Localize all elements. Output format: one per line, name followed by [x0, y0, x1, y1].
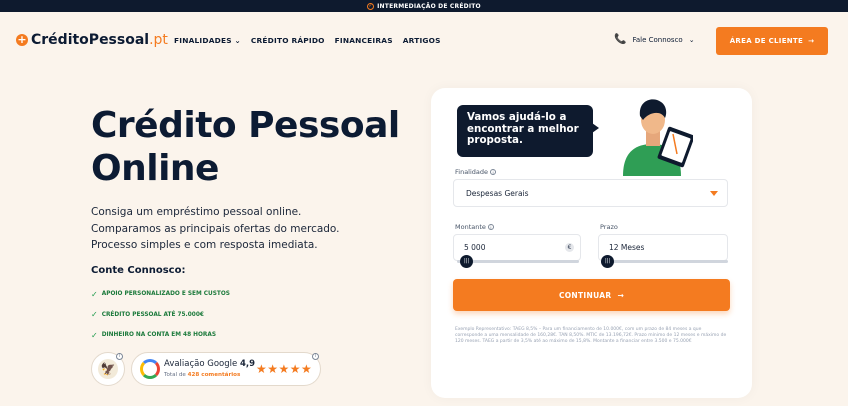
benefit-item: ✓ DINHEIRO NA CONTA EM 48 HORAS	[91, 330, 230, 340]
info-icon[interactable]: i	[487, 224, 494, 230]
benefit-text: DINHEIRO NA CONTA EM 48 HORAS	[101, 332, 217, 338]
top-announcement-bar: ✓ INTERMEDIAÇÃO DE CRÉDITO	[0, 0, 848, 12]
logo-text: CréditoPessoal.pt	[31, 32, 168, 48]
chevron-down-icon: ⌄	[234, 36, 241, 45]
montante-slider-handle[interactable]: |||	[460, 255, 473, 268]
star-rating: ★★★★★	[256, 362, 313, 376]
arrow-right-icon: →	[617, 290, 625, 300]
benefit-text: APOIO PERSONALIZADO E SEM CUSTOS	[101, 291, 230, 297]
benefit-text: CRÉDITO PESSOAL ATÉ 75.000€	[101, 311, 204, 318]
nav-item-artigos[interactable]: ARTIGOS	[403, 36, 441, 45]
phone-icon: 📞	[614, 34, 627, 45]
prazo-label: Prazo	[600, 223, 618, 231]
simulator-card: Vamos ajudá-lo a encontrar a melhor prop…	[431, 88, 752, 398]
prazo-slider-handle[interactable]: |||	[601, 255, 614, 268]
benefit-item: ✓ CRÉDITO PESSOAL ATÉ 75.000€	[91, 310, 230, 319]
nav-menu: FINALIDADES ⌄ CRÉDITO RÁPIDO FINANCEIRAS…	[174, 36, 441, 45]
prazo-slider-track[interactable]	[601, 260, 728, 263]
page-title: Crédito Pessoal Online	[91, 104, 400, 190]
title-line-2: Online	[91, 148, 219, 189]
eagle-seal-icon: 🦅	[98, 359, 118, 379]
prazo-value: 12 Meses	[609, 243, 645, 252]
google-rating-badge[interactable]: Avaliação Google 4,9 Total de 428 coment…	[131, 352, 321, 386]
title-line-1: Crédito Pessoal	[91, 105, 400, 146]
person-with-clipboard-illustration	[623, 99, 693, 176]
finalidade-value: Despesas Gerais	[466, 188, 529, 198]
representative-example-text: Exemplo Representativo: TAEG 8,5% – Para…	[455, 327, 727, 344]
continue-button[interactable]: CONTINUAR →	[453, 279, 730, 311]
caret-down-icon	[710, 191, 718, 196]
contact-heading: Conte Connosco:	[91, 265, 186, 276]
google-logo-icon	[140, 359, 160, 379]
montante-slider-track[interactable]	[457, 260, 579, 263]
montante-input[interactable]: 5 000 €	[453, 234, 581, 261]
client-area-label: ÁREA DE CLIENTE	[729, 37, 804, 45]
announcement-text: INTERMEDIAÇÃO DE CRÉDITO	[377, 2, 481, 10]
info-icon[interactable]: i	[312, 353, 319, 360]
check-circle-icon: ✓	[367, 2, 375, 10]
speech-bubble: Vamos ajudá-lo a encontrar a melhor prop…	[457, 105, 599, 157]
plus-icon: +	[16, 33, 28, 46]
contact-dropdown[interactable]: 📞 Fale Connosco ⌄	[614, 34, 695, 45]
google-rating-label: Avaliação Google 4,9	[164, 359, 256, 369]
checkmark-icon: ✓	[91, 330, 98, 340]
arrow-right-icon: →	[808, 37, 815, 45]
checkmark-icon: ✓	[91, 289, 98, 299]
nav-item-finalidades[interactable]: FINALIDADES ⌄	[174, 36, 241, 45]
finalidade-select[interactable]: Despesas Gerais	[453, 179, 728, 207]
montante-value: 5 000	[464, 243, 486, 252]
contact-label: Fale Connosco	[632, 35, 683, 44]
subtitle-line-3: Processo simples e com resposta imediata…	[91, 239, 318, 251]
nav-item-credito-rapido[interactable]: CRÉDITO RÁPIDO	[251, 36, 325, 45]
info-icon[interactable]: i	[116, 353, 123, 360]
info-icon[interactable]: i	[490, 169, 497, 175]
finalidade-label: Finalidade i	[455, 168, 497, 176]
continue-label: CONTINUAR	[558, 290, 612, 300]
euro-icon: €	[565, 243, 574, 252]
subtitle-line-2: Comparamos as principais ofertas do merc…	[91, 222, 340, 235]
client-area-button[interactable]: ÁREA DE CLIENTE →	[716, 27, 828, 55]
checkmark-icon: ✓	[91, 310, 98, 319]
montante-label: Montante i	[455, 223, 494, 231]
benefits-list: ✓ APOIO PERSONALIZADO E SEM CUSTOS ✓ CRÉDI…	[91, 290, 230, 352]
subtitle-line-1: Consiga um empréstimo pessoal online.	[91, 206, 302, 218]
hero-subtitle: Consiga um empréstimo pessoal online. Co…	[91, 204, 340, 254]
site-logo[interactable]: + CréditoPessoal.pt	[16, 32, 168, 48]
nav-item-financeiras[interactable]: FINANCEIRAS	[335, 36, 393, 45]
benefit-item: ✓ APOIO PERSONALIZADO E SEM CUSTOS	[91, 289, 230, 299]
google-review-count: Total de 428 comentários	[164, 372, 241, 378]
main-navigation: + CréditoPessoal.pt FINALIDADES ⌄ CRÉDIT…	[0, 12, 848, 72]
prazo-input[interactable]: 12 Meses	[598, 234, 728, 261]
chevron-down-icon: ⌄	[688, 35, 695, 44]
